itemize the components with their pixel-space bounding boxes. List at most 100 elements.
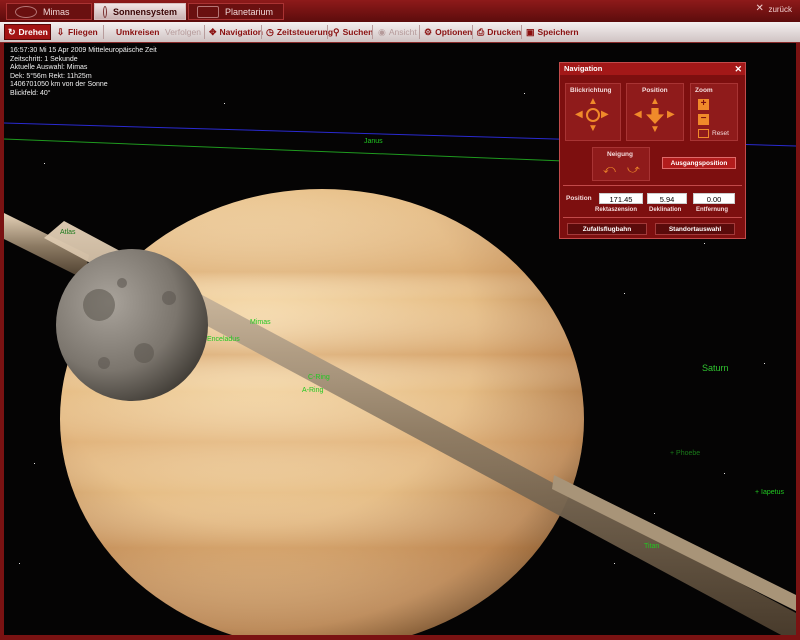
zeitsteuerung-label: Zeitsteuerung <box>276 27 334 37</box>
move-down-icon[interactable] <box>646 108 664 124</box>
zoom-group: Zoom + − Reset <box>690 83 738 141</box>
speichern-button[interactable]: ▣ Speichern <box>523 24 579 40</box>
crater <box>117 278 127 288</box>
zoom-reset-label[interactable]: Reset <box>712 130 729 137</box>
look-center-icon[interactable] <box>586 108 600 122</box>
drehen-button[interactable]: ↻ Drehen <box>4 24 51 40</box>
zoom-in-icon[interactable]: + <box>698 99 709 110</box>
label-mimas[interactable]: Mimas <box>250 319 271 326</box>
search-icon: ⚲ <box>333 26 340 37</box>
neigung-label: Neigung <box>607 151 633 158</box>
fliegen-label: Fliegen <box>68 27 98 37</box>
crater <box>162 291 176 305</box>
save-icon: ▣ <box>526 26 535 37</box>
orbit-icon <box>15 5 37 18</box>
speichern-label: Speichern <box>537 27 579 37</box>
info-datetime: 16:57:30 Mi 15 Apr 2009 Mitteleuropäisch… <box>10 47 157 54</box>
toolbar-separator <box>472 25 473 39</box>
standortauswahl-button[interactable]: Standortauswahl <box>655 223 735 235</box>
navigation-panel: Navigation ✕ Blickrichtung ▲ ▼ ◀ ▶ Posit… <box>559 62 746 239</box>
tab-planetarium[interactable]: Planetarium <box>188 3 284 20</box>
zoom-out-icon[interactable]: − <box>698 114 709 125</box>
drucken-label: Drucken <box>487 27 522 37</box>
label-atlas[interactable]: Atlas <box>60 229 76 236</box>
look-down-icon[interactable]: ▼ <box>588 124 598 134</box>
label-a-ring[interactable]: A-Ring <box>302 387 323 394</box>
neigung-group: Neigung ⤺ ⤻ <box>592 147 650 181</box>
zeitsteuerung-button[interactable]: ◷ Zeitsteuerung <box>263 24 333 40</box>
entfernung-label: Entfernung <box>696 207 728 213</box>
look-up-icon[interactable]: ▲ <box>588 97 598 107</box>
close-icon[interactable]: ✕ <box>734 63 742 75</box>
move-icon: ✥ <box>209 26 217 37</box>
tilt-right-icon[interactable]: ⤻ <box>627 163 640 175</box>
drucken-button[interactable]: ⎙ Drucken <box>474 24 522 40</box>
ausgangsposition-button[interactable]: Ausgangsposition <box>662 157 736 169</box>
info-fov: Blickfeld: 40° <box>10 89 51 97</box>
verfolgen-button[interactable]: Verfolgen <box>162 24 204 40</box>
label-phoebe[interactable]: + Phoebe <box>670 450 700 457</box>
drehen-label: Drehen <box>18 27 48 37</box>
look-left-icon[interactable]: ◀ <box>575 110 583 120</box>
tab-mimas[interactable]: Mimas <box>6 3 92 20</box>
divider <box>563 217 742 218</box>
tab-sonnensystem-label: Sonnensystem <box>112 6 177 17</box>
optionen-label: Optionen <box>435 27 473 37</box>
info-distance: 1406701050 km von der Sonne <box>10 81 108 89</box>
entfernung-field[interactable]: 0.00 <box>693 193 735 204</box>
navigation-label: Navigation <box>219 27 263 37</box>
mimas-moon <box>56 249 208 401</box>
back-label: zurück <box>768 4 792 14</box>
orbit-line <box>4 138 565 162</box>
tilt-left-icon[interactable]: ⤺ <box>603 163 616 175</box>
umkreisen-button[interactable]: Umkreisen <box>110 24 160 40</box>
tab-bar: Mimas Sonnensystem Planetarium ✕ zurück <box>0 0 800 22</box>
tab-sonnensystem[interactable]: Sonnensystem <box>94 3 186 20</box>
toolbar-separator <box>261 25 262 39</box>
crater <box>83 289 115 321</box>
label-janus[interactable]: Janus <box>364 138 383 145</box>
optionen-button[interactable]: ⚙ Optionen <box>421 24 473 40</box>
move-left-icon[interactable]: ◀ <box>634 110 642 120</box>
toolbar-separator <box>103 25 104 39</box>
look-right-icon[interactable]: ▶ <box>601 110 609 120</box>
zoom-label: Zoom <box>695 87 713 94</box>
suchen-button[interactable]: ⚲ Suchen <box>330 24 373 40</box>
clock-icon: ◷ <box>266 26 274 37</box>
toolbar-separator <box>327 25 328 39</box>
label-saturn[interactable]: Saturn <box>702 363 729 373</box>
toolbar-separator <box>419 25 420 39</box>
deklination-label: Deklination <box>649 207 682 213</box>
tab-planetarium-label: Planetarium <box>225 6 274 17</box>
toolbar-separator <box>521 25 522 39</box>
crater <box>98 357 110 369</box>
navigation-button[interactable]: ✥ Navigation <box>206 24 263 40</box>
ansicht-button[interactable]: ◉ Ansicht <box>375 24 418 40</box>
tab-mimas-label: Mimas <box>43 6 70 17</box>
label-titan[interactable]: Titan <box>644 543 659 550</box>
label-iapetus[interactable]: + Iapetus <box>755 489 784 496</box>
back-button[interactable]: ✕ zurück <box>755 4 792 14</box>
position-group: Position ▲ ▼ ◀ ▶ <box>626 83 684 141</box>
move-back-icon[interactable]: ▼ <box>650 125 660 135</box>
zoom-reset-icon[interactable] <box>698 129 709 138</box>
ansicht-label: Ansicht <box>388 27 417 37</box>
label-enceladus[interactable]: Enceladus <box>207 336 240 343</box>
move-up-icon[interactable]: ▲ <box>650 97 660 107</box>
navigation-panel-title: Navigation <box>564 64 603 73</box>
suchen-label: Suchen <box>342 27 374 37</box>
toolbar: ↻ Drehen ⇩ Fliegen Umkreisen Verfolgen ✥… <box>0 22 800 43</box>
zufallsflugbahn-button[interactable]: Zufallsflugbahn <box>567 223 647 235</box>
info-overlay: 16:57:30 Mi 15 Apr 2009 Mitteleuropäisch… <box>10 47 157 99</box>
label-c-ring[interactable]: C-Ring <box>308 374 330 381</box>
gear-icon: ⚙ <box>424 26 433 37</box>
blickrichtung-label: Blickrichtung <box>570 87 612 94</box>
rektaszension-field[interactable]: 171.45 <box>599 193 643 204</box>
fliegen-button[interactable]: ⇩ Fliegen <box>53 24 101 40</box>
verfolgen-label: Verfolgen <box>165 27 201 37</box>
deklination-field[interactable]: 5.94 <box>647 193 687 204</box>
crater <box>134 343 154 363</box>
move-right-icon[interactable]: ▶ <box>667 110 675 120</box>
info-selection: Aktuelle Auswahl: Mimas <box>10 64 88 72</box>
solar-system-icon <box>103 5 107 18</box>
